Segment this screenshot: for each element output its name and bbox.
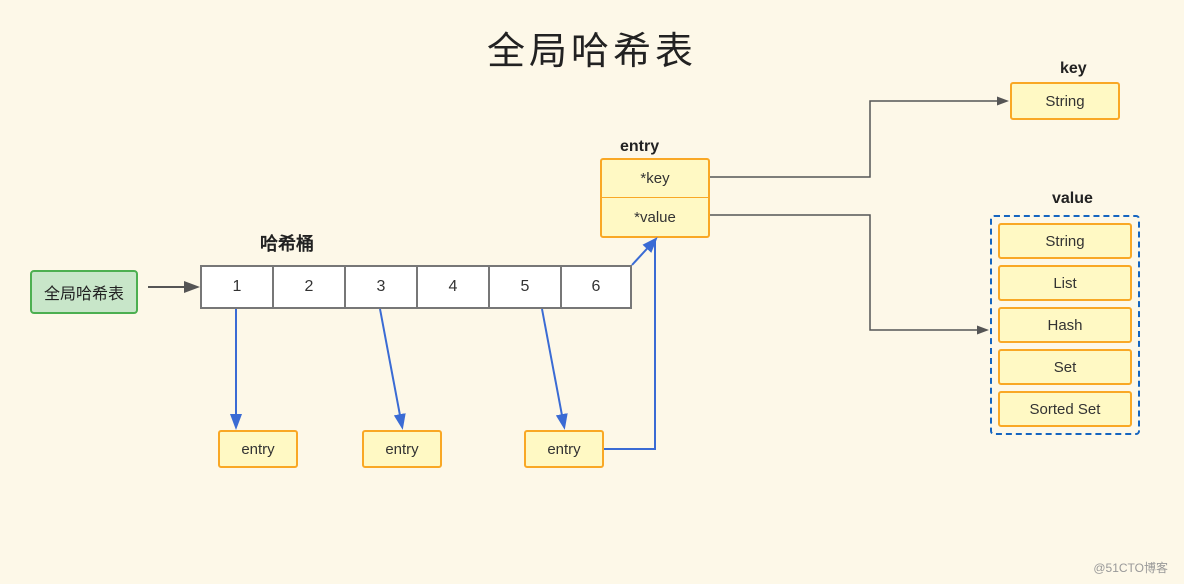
bucket-row: 1 2 3 4 5 6 <box>200 265 632 309</box>
entry-key-row: *key <box>602 160 708 198</box>
page-title: 全局哈希表 <box>0 0 1184 75</box>
entry-box-2: entry <box>362 430 442 468</box>
value-label: value <box>1052 190 1093 208</box>
value-hash-box: Hash <box>998 307 1132 343</box>
key-label: key <box>1060 60 1087 78</box>
bucket-label: 哈希桶 <box>260 230 314 256</box>
value-set-box: Set <box>998 349 1132 385</box>
entry-value-row: *value <box>602 198 708 236</box>
bucket-cell-4: 4 <box>416 265 488 309</box>
key-string-box: String <box>1010 82 1120 120</box>
value-string-box: String <box>998 223 1132 259</box>
entry-upper-label: entry <box>620 138 659 156</box>
bucket-cell-6: 6 <box>560 265 632 309</box>
bucket-cell-2: 2 <box>272 265 344 309</box>
global-hashtable-box: 全局哈希表 <box>30 270 138 314</box>
value-sorted-set-box: Sorted Set <box>998 391 1132 427</box>
entry-upper-box: *key *value <box>600 158 710 238</box>
entry-box-1: entry <box>218 430 298 468</box>
entry-box-3: entry <box>524 430 604 468</box>
watermark: @51CTO博客 <box>1093 559 1168 576</box>
value-list-box: List <box>998 265 1132 301</box>
bucket-cell-3: 3 <box>344 265 416 309</box>
bucket-cell-1: 1 <box>200 265 272 309</box>
value-container: String List Hash Set Sorted Set <box>990 215 1140 435</box>
bucket-cell-5: 5 <box>488 265 560 309</box>
